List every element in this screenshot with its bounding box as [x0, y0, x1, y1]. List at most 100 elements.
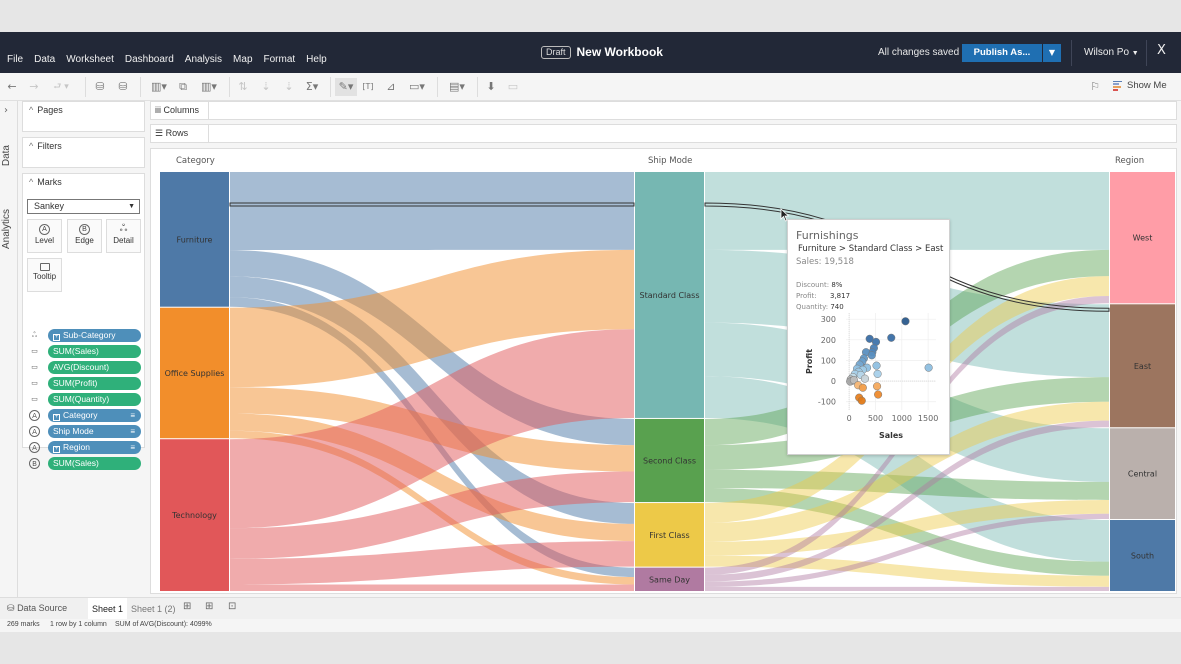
sort-ascending-button[interactable]: ⇣	[259, 78, 273, 96]
mark-field-row: ▭ AVG(Discount)	[29, 361, 142, 375]
sankey-chart[interactable]: Furniture Office Supplies Technology Standa…	[151, 149, 1176, 593]
sort-icon[interactable]: ≡	[130, 409, 135, 422]
show-cards-button[interactable]: ▤▾	[444, 78, 470, 96]
level-b-icon[interactable]: B	[29, 458, 40, 469]
level-a-icon[interactable]: A	[29, 410, 40, 421]
edge-button[interactable]: B Edge	[67, 219, 102, 253]
download-button[interactable]: ⬇	[484, 78, 498, 96]
replay-button[interactable]: ⮐ ▾	[48, 78, 74, 96]
level-a-icon[interactable]: A	[29, 426, 40, 437]
filters-card-header[interactable]: ^ Filters	[29, 141, 62, 151]
sort-icon[interactable]: ≡	[130, 425, 135, 438]
new-worksheet-button[interactable]: ▥▾	[148, 78, 170, 96]
presentation-mode-button[interactable]: ▭	[506, 78, 520, 96]
menu-worksheet[interactable]: Worksheet	[66, 54, 114, 65]
sheet-tab-sheet-1[interactable]: Sheet 1	[88, 598, 128, 620]
tableau-app: File Data Worksheet Dashboard Analysis M…	[0, 32, 1181, 632]
show-me-button[interactable]: Show Me	[1113, 80, 1167, 91]
workbook-title[interactable]: New Workbook	[577, 45, 663, 59]
clear-sheet-button[interactable]: ▥▾	[198, 78, 220, 96]
marks-card-header[interactable]: ^ Marks	[29, 177, 62, 187]
user-menu[interactable]: Wilson Po ▼	[1084, 47, 1139, 58]
detail-button[interactable]: ஃ Detail	[106, 219, 141, 253]
show-labels-button[interactable]: [T]	[361, 78, 375, 96]
field-pill[interactable]: + Region ≡	[48, 441, 141, 454]
x-axis-label: Sales	[879, 431, 903, 440]
level-button[interactable]: A Level	[27, 219, 62, 253]
menu-format[interactable]: Format	[264, 54, 296, 65]
sign-tooltip-button[interactable]: ⚐	[1088, 78, 1102, 96]
expand-chevron-icon[interactable]: ›	[4, 105, 8, 116]
detail-icon[interactable]: ஃ	[29, 330, 40, 341]
divider	[477, 77, 478, 97]
tooltip-icon[interactable]: ▭	[29, 378, 40, 389]
filters-card: ^ Filters	[22, 137, 145, 168]
fix-axes-button[interactable]: ⊿	[384, 78, 398, 96]
level-a-icon[interactable]: A	[29, 442, 40, 453]
mark-type-dropdown[interactable]: Sankey ▼	[27, 199, 140, 214]
tab-analytics[interactable]: Analytics	[1, 209, 12, 249]
x-tick-label: 1000	[892, 414, 912, 423]
publish-as-button[interactable]: Publish As...	[962, 44, 1042, 62]
field-pill[interactable]: + Category ≡	[48, 409, 141, 422]
divider	[330, 77, 331, 97]
pages-card-header[interactable]: ^ Pages	[29, 105, 63, 115]
sankey-link[interactable]	[705, 586, 1109, 591]
sankey-node-label: Office Supplies	[165, 369, 225, 378]
field-pill[interactable]: SUM(Sales)	[48, 457, 141, 470]
tooltip-button[interactable]: Tooltip	[27, 258, 62, 292]
field-pill[interactable]: SUM(Profit)	[48, 377, 141, 390]
field-pill[interactable]: SUM(Sales)	[48, 345, 141, 358]
new-data-source-button[interactable]: ⛁	[93, 78, 107, 96]
expand-icon[interactable]: +	[53, 334, 60, 341]
edge-b-icon: B	[79, 224, 90, 235]
redo-button[interactable]: →	[27, 78, 41, 96]
menu-file[interactable]: File	[7, 54, 23, 65]
sankey-link[interactable]	[230, 584, 634, 591]
totals-button[interactable]: Σ▾	[303, 78, 321, 96]
status-bar: 269 marks 1 row by 1 column SUM of AVG(D…	[0, 619, 1181, 632]
new-story-tab-button[interactable]: ⊡	[228, 601, 236, 612]
tooltip-icon[interactable]: ▭	[29, 346, 40, 357]
expand-icon[interactable]: +	[53, 446, 60, 453]
pause-updates-button[interactable]: ⛁	[116, 78, 130, 96]
sheet-tab-sheet-1-2[interactable]: Sheet 1 (2)	[127, 598, 180, 620]
expand-icon[interactable]: +	[53, 414, 60, 421]
duplicate-sheet-button[interactable]: ⧉	[175, 78, 191, 96]
sort-icon[interactable]: ≡	[130, 441, 135, 454]
sort-descending-button[interactable]: ⇣	[282, 78, 296, 96]
menu-dashboard[interactable]: Dashboard	[125, 54, 174, 65]
field-pill[interactable]: SUM(Quantity)	[48, 393, 141, 406]
y-tick-label: 100	[821, 356, 836, 365]
field-pill[interactable]: + Sub-Category	[48, 329, 141, 342]
menu-map[interactable]: Map	[233, 54, 252, 65]
data-source-tab[interactable]: ⛁ Data Source	[7, 603, 67, 614]
fit-button[interactable]: ▭▾	[405, 78, 429, 96]
undo-button[interactable]: ←	[5, 78, 19, 96]
menu-analysis[interactable]: Analysis	[185, 54, 222, 65]
close-button[interactable]: X	[1157, 43, 1166, 58]
highlight-button[interactable]: ✎▾	[335, 78, 357, 96]
menu-data[interactable]: Data	[34, 54, 55, 65]
level-label: Level	[34, 236, 55, 245]
swap-button[interactable]: ⇅	[236, 78, 250, 96]
tab-data[interactable]: Data	[1, 145, 12, 166]
sankey-link[interactable]	[230, 172, 634, 251]
scatter-point	[858, 383, 867, 392]
toolbar: ← → ⮐ ▾ ⛁ ⛁ ▥▾ ⧉ ▥▾ ⇅ ⇣ ⇣ Σ▾ ✎▾ [T] ⊿ ▭▾…	[0, 73, 1181, 101]
new-dashboard-tab-button[interactable]: ⊞	[205, 601, 213, 612]
scatter-point	[860, 374, 869, 383]
new-worksheet-tab-button[interactable]: ⊞	[183, 601, 191, 612]
database-add-icon: ⛁	[95, 80, 105, 93]
rows-shelf-label: ☰ Rows	[155, 128, 188, 139]
tooltip-icon[interactable]: ▭	[29, 394, 40, 405]
sankey-view[interactable]: Category Ship Mode Region Furniture Offic…	[150, 148, 1177, 594]
sheet-tabs-bar: ⛁ Data Source Sheet 1 Sheet 1 (2) ⊞ ⊞ ⊡	[0, 597, 1181, 620]
menu-help[interactable]: Help	[306, 54, 327, 65]
columns-shelf[interactable]: iii Columns	[150, 101, 1177, 120]
rows-shelf[interactable]: ☰ Rows	[150, 124, 1177, 143]
tooltip-icon[interactable]: ▭	[29, 362, 40, 373]
field-pill[interactable]: AVG(Discount)	[48, 361, 141, 374]
field-pill[interactable]: Ship Mode ≡	[48, 425, 141, 438]
publish-options-dropdown[interactable]: ▼	[1043, 44, 1061, 62]
